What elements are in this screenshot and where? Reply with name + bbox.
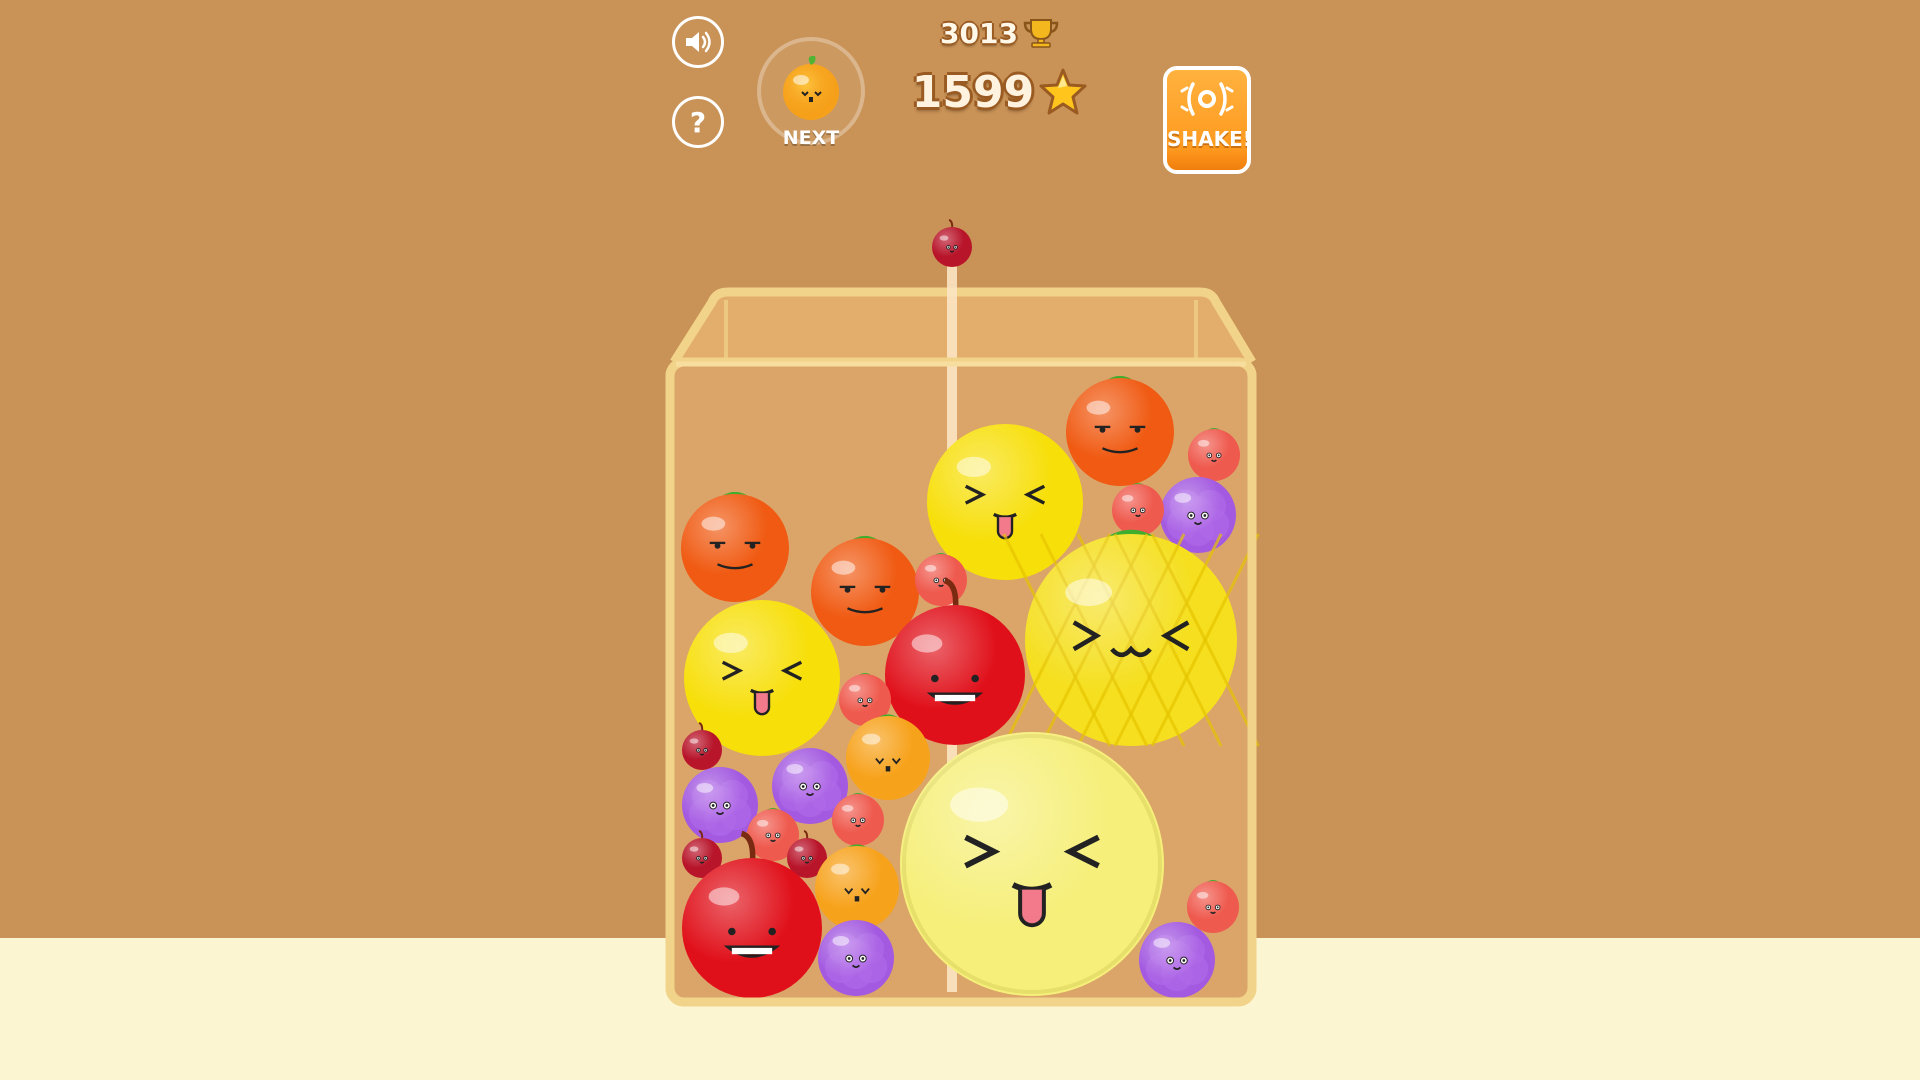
- fruit-grape: [818, 920, 894, 996]
- fruit-grape: [1139, 922, 1215, 998]
- fruit-grape: [682, 767, 758, 843]
- fruit-grape: [1160, 477, 1236, 553]
- game-scene: [665, 219, 1260, 1007]
- fruit-melon: [900, 732, 1164, 996]
- dropper-cherry: [932, 219, 972, 267]
